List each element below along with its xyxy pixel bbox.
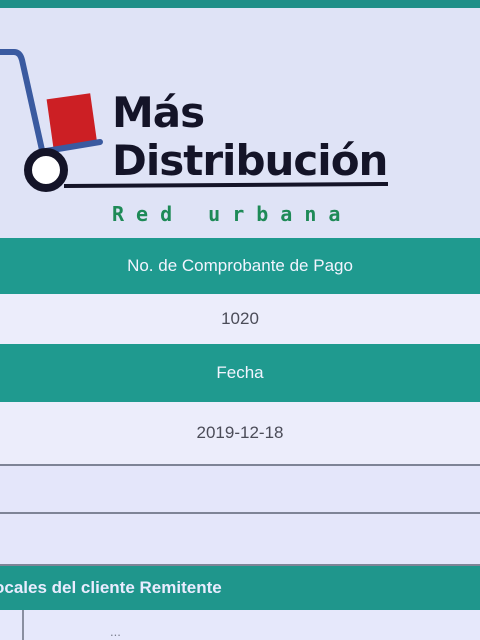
brand-logo: Más Distribución Red urbana bbox=[0, 30, 480, 230]
date-value: 2019-12-18 bbox=[0, 402, 480, 464]
sender-section-header: ocales del cliente Remitente bbox=[0, 566, 480, 610]
brand-name-line2: Distribución bbox=[112, 136, 388, 185]
receipt-number-label-text: No. de Comprobante de Pago bbox=[127, 256, 353, 275]
receipt-number-value: 1020 bbox=[0, 294, 480, 344]
sender-row-text: ... bbox=[110, 624, 121, 639]
date-label-text: Fecha bbox=[216, 363, 264, 382]
receipt-number-label: No. de Comprobante de Pago bbox=[0, 238, 480, 294]
date-label: Fecha bbox=[0, 344, 480, 402]
date-value-text: 2019-12-18 bbox=[196, 423, 284, 442]
sender-section-title: ocales del cliente Remitente bbox=[0, 578, 222, 597]
receipt-number-value-text: 1020 bbox=[221, 309, 259, 328]
brand-tagline: Red urbana bbox=[112, 202, 353, 226]
cell-border bbox=[22, 610, 24, 640]
empty-row bbox=[0, 514, 480, 564]
empty-row bbox=[0, 466, 480, 512]
brand-name-line1: Más bbox=[112, 88, 205, 137]
receipt-page: Más Distribución Red urbana No. de Compr… bbox=[0, 0, 480, 640]
hand-truck-icon bbox=[0, 49, 389, 192]
sender-section-row: ... bbox=[0, 610, 480, 640]
top-strip bbox=[0, 0, 480, 8]
